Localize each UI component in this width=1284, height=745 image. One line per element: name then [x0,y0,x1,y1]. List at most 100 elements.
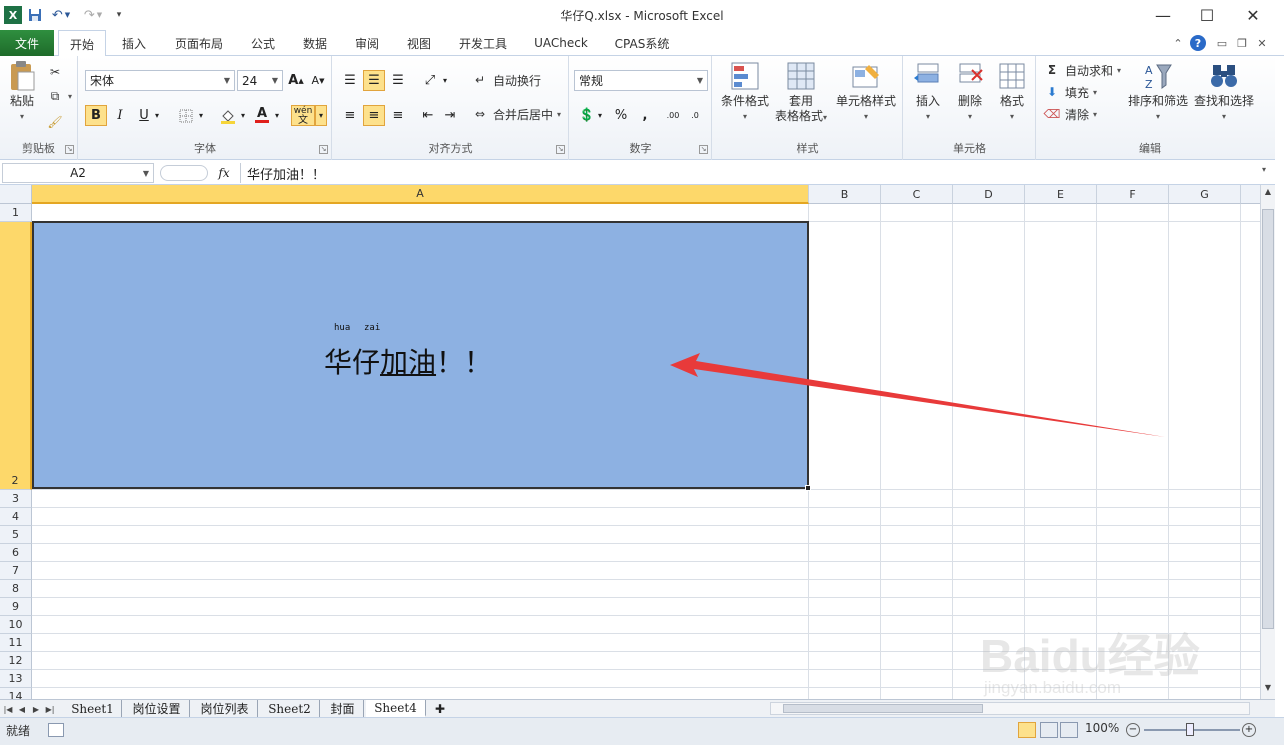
select-all-corner[interactable] [0,185,32,204]
macro-record-icon[interactable] [48,723,64,737]
accounting-dropdown-icon[interactable]: ▾ [594,105,606,126]
sheet-tab-position-list[interactable]: 岗位列表 [192,700,258,717]
shrink-font-button[interactable]: A ▼ [307,70,329,91]
merge-center-button[interactable]: ⇔ 合并后居中 ▾ [471,104,561,124]
align-left-icon[interactable]: ≡ [339,105,361,126]
sheet-tab-sheet4[interactable]: Sheet4 [366,700,426,717]
fill-handle[interactable] [805,485,811,491]
horizontal-scroll-thumb[interactable] [783,704,983,713]
row-header-14[interactable]: 14 [0,688,32,699]
copy-icon[interactable]: ⧉ ▾ [46,86,72,106]
font-size-select[interactable]: 24 ▼ [237,70,283,91]
row-header-7[interactable]: 7 [0,562,32,580]
scroll-down-icon[interactable]: ▼ [1262,683,1274,695]
borders-dropdown-icon[interactable]: ▾ [195,105,207,126]
sort-filter-button[interactable]: AZ 排序和筛选 ▾ [1125,60,1191,124]
column-header-c[interactable]: C [881,185,953,204]
maximize-button[interactable]: ☐ [1184,0,1230,30]
align-center-icon[interactable]: ≡ [363,105,385,126]
percent-button[interactable]: % [610,105,632,126]
decrease-decimal-button[interactable]: .0 [684,105,706,126]
row-header-11[interactable]: 11 [0,634,32,652]
sheet-tab-position-settings[interactable]: 岗位设置 [124,700,190,717]
zoom-slider-thumb[interactable] [1186,723,1194,736]
row-header-2[interactable]: 2 [0,222,32,490]
font-name-select[interactable]: 宋体 ▼ [85,70,235,91]
fill-color-icon[interactable] [217,105,239,126]
cut-icon[interactable]: ✂ [46,62,64,82]
prev-sheet-icon[interactable]: ◀ [16,701,28,717]
row-header-4[interactable]: 4 [0,508,32,526]
scroll-up-icon[interactable]: ▲ [1262,187,1274,199]
underline-dropdown-icon[interactable]: ▾ [151,105,163,126]
row-header-5[interactable]: 5 [0,526,32,544]
column-header-f[interactable]: F [1097,185,1169,204]
expand-formula-icon[interactable]: ▾ [1262,165,1266,174]
tab-formulas[interactable]: 公式 [242,30,284,56]
tab-data[interactable]: 数据 [294,30,336,56]
phonetic-dropdown-icon[interactable]: ▾ [315,105,327,126]
next-sheet-icon[interactable]: ▶ [30,701,42,717]
fill-button[interactable]: ⬇ 填充 ▾ [1043,82,1097,102]
minimize-button[interactable]: — [1140,0,1186,30]
row-header-8[interactable]: 8 [0,580,32,598]
grow-font-button[interactable]: A ▲ [285,70,307,91]
align-bottom-icon[interactable]: ☰ [387,70,409,91]
number-launcher-icon[interactable]: ↘ [699,145,708,154]
close-button[interactable]: ✕ [1230,0,1276,30]
sheet-tab-sheet1[interactable]: Sheet1 [64,700,122,717]
file-tab[interactable]: 文件 [0,30,54,56]
page-layout-view-icon[interactable] [1040,722,1058,738]
horizontal-scrollbar[interactable] [770,702,1250,715]
insert-function-icon[interactable]: fx [214,164,234,182]
cell-styles-button[interactable]: 单元格样式 ▾ [833,60,899,124]
window-restore-icon[interactable]: ❐ [1234,35,1250,51]
tab-page-layout[interactable]: 页面布局 [166,30,232,56]
format-cells-button[interactable]: 格式 ▾ [992,60,1032,124]
find-select-button[interactable]: 查找和选择 ▾ [1191,60,1257,124]
orientation-dropdown-icon[interactable]: ▾ [439,70,451,91]
normal-view-icon[interactable] [1018,722,1036,738]
row-header-3[interactable]: 3 [0,490,32,508]
number-format-select[interactable]: 常规 ▼ [574,70,708,91]
page-break-view-icon[interactable] [1060,722,1078,738]
format-painter-icon[interactable]: 🖌 [46,112,64,132]
tab-review[interactable]: 审阅 [346,30,388,56]
last-sheet-icon[interactable]: ▶| [44,701,56,717]
increase-indent-icon[interactable]: ⇥ [439,105,461,126]
zoom-in-icon[interactable]: + [1242,723,1256,737]
delete-cells-button[interactable]: 删除 ▾ [950,60,990,124]
autosum-button[interactable]: Σ 自动求和 ▾ [1043,60,1121,80]
italic-button[interactable]: I [109,105,131,126]
name-box-splitter[interactable] [160,165,208,181]
column-header-e[interactable]: E [1025,185,1097,204]
row-header-10[interactable]: 10 [0,616,32,634]
tab-insert[interactable]: 插入 [112,30,156,56]
fill-color-dropdown-icon[interactable]: ▾ [237,105,249,126]
sheet-tab-cover[interactable]: 封面 [322,700,364,717]
font-launcher-icon[interactable]: ↘ [319,145,328,154]
clipboard-launcher-icon[interactable]: ↘ [65,145,74,154]
tab-developer[interactable]: 开发工具 [450,30,516,56]
clear-button[interactable]: ⌫ 清除 ▾ [1043,104,1098,124]
align-right-icon[interactable]: ≡ [387,105,409,126]
insert-cells-button[interactable]: 插入 ▾ [908,60,948,124]
orientation-icon[interactable]: ⤢ [419,70,441,91]
first-sheet-icon[interactable]: |◀ [2,701,14,717]
row-header-13[interactable]: 13 [0,670,32,688]
insert-sheet-icon[interactable]: ✚ [428,700,452,717]
comma-button[interactable]: , [634,105,656,126]
align-top-icon[interactable]: ☰ [339,70,361,91]
vertical-scroll-thumb[interactable] [1262,209,1274,629]
name-box[interactable]: A2 ▼ [2,163,154,183]
column-header-d[interactable]: D [953,185,1025,204]
worksheet-grid[interactable]: A B C D E F G 1 2 3 4 5 6 7 8 9 10 11 12… [0,185,1260,699]
sheet-tab-sheet2[interactable]: Sheet2 [260,700,320,717]
tab-cpas[interactable]: CPAS系统 [606,30,678,56]
borders-icon[interactable] [175,105,197,126]
window-close-icon[interactable]: ✕ [1254,35,1270,51]
formula-input[interactable]: 华仔加油！！ [240,163,1260,183]
row-header-1[interactable]: 1 [0,204,32,222]
column-header-g[interactable]: G [1169,185,1241,204]
bold-button[interactable]: B [85,105,107,126]
